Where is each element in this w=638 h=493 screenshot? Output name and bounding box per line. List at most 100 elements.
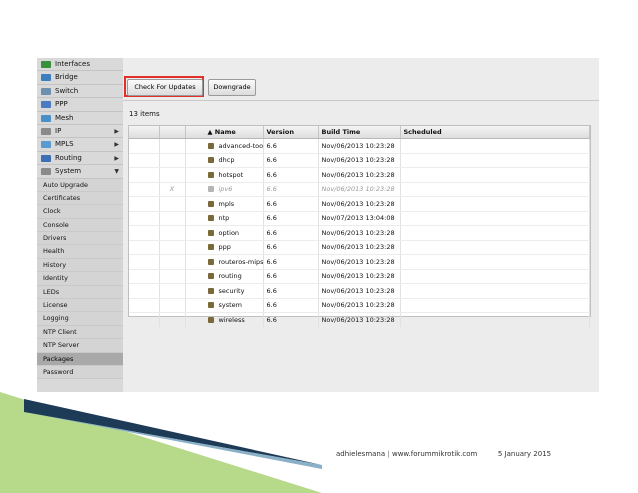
system-menu-certificates[interactable]: Certificates [37,191,123,206]
downgrade-button[interactable]: Downgrade [208,79,256,96]
row-flag-cell [159,240,186,255]
table-row[interactable]: wireless 6.6 Nov/06/2013 10:23:28 [129,312,590,328]
system-menu-console[interactable]: Console [37,218,123,233]
table-row[interactable]: routing 6.6 Nov/06/2013 10:23:28 [129,269,590,284]
row-flag-cell [159,254,186,270]
sidebar-item-label: PPP [55,100,68,109]
system-menu-password[interactable]: Password [37,365,123,380]
system-menu-clock[interactable]: Clock [37,205,123,219]
package-name: dhcp [218,156,235,165]
sidebar-item-switch[interactable]: Switch [37,85,123,99]
table-row[interactable]: option 6.6 Nov/06/2013 10:23:28 [129,225,590,241]
system-menu-ntp-server[interactable]: NTP Server [37,339,123,353]
row-spacer-cell [129,153,160,168]
row-version-cell: 6.6 [263,254,319,270]
decorative-triangles [0,392,322,493]
check-for-updates-button[interactable]: Check For Updates [127,79,203,96]
row-flag-cell [159,269,186,284]
system-menu-license[interactable]: License [37,299,123,313]
sidebar-item-routing[interactable]: Routing ▶ [37,152,123,166]
ip-icon [41,127,51,135]
system-menu-leds[interactable]: LEDs [37,285,123,300]
row-version-cell: 6.6 [263,269,319,284]
table-row[interactable]: system 6.6 Nov/06/2013 10:23:28 [129,298,590,313]
row-build-time-cell: Nov/06/2013 10:23:28 [318,254,401,270]
sidebar-item-label: MPLS [55,140,74,149]
table-row[interactable]: Xipv6 6.6 Nov/06/2013 10:23:28 [129,182,590,197]
row-name-cell: ppp [185,240,264,255]
table-row[interactable]: security 6.6 Nov/06/2013 10:23:28 [129,283,590,299]
table-row[interactable]: dhcp 6.6 Nov/06/2013 10:23:28 [129,153,590,168]
row-build-time-cell: Nov/06/2013 10:23:28 [318,182,401,197]
system-menu-identity[interactable]: Identity [37,272,123,286]
row-spacer-cell [129,269,160,284]
system-menu-health[interactable]: Health [37,245,123,259]
row-build-time-cell: Nov/06/2013 10:23:28 [318,167,401,183]
row-scheduled-cell [400,269,590,284]
table-row[interactable]: mpls 6.6 Nov/06/2013 10:23:28 [129,196,590,212]
table-row[interactable]: hotspot 6.6 Nov/06/2013 10:23:28 [129,167,590,183]
package-icon [207,302,214,309]
bridge-icon [41,74,51,82]
package-icon [207,273,214,280]
sidebar-item-ppp[interactable]: PPP [37,98,123,112]
sidebar-item-mesh[interactable]: Mesh [37,112,123,125]
row-name-cell: mpls [185,196,264,212]
mesh-icon [41,114,51,122]
row-flag-cell [159,138,186,154]
package-name: option [218,228,240,237]
row-spacer-cell [129,283,160,299]
column-header[interactable]: Scheduled [400,126,590,139]
system-menu-auto-upgrade[interactable]: Auto Upgrade [37,178,123,192]
sidebar-item-interfaces[interactable]: Interfaces [37,58,123,72]
system-menu-ntp-client[interactable]: NTP Client [37,325,123,340]
row-spacer-cell [129,225,160,241]
row-build-time-cell: Nov/06/2013 10:23:28 [318,269,401,284]
column-header[interactable]: Version [263,126,319,139]
row-build-time-cell: Nov/06/2013 10:23:28 [318,240,401,255]
table-row[interactable]: ppp 6.6 Nov/06/2013 10:23:28 [129,240,590,255]
row-spacer-cell [129,254,160,270]
row-build-time-cell: Nov/06/2013 10:23:28 [318,283,401,299]
row-build-time-cell: Nov/06/2013 10:23:28 [318,138,401,154]
system-icon [41,168,51,176]
sidebar-item-mpls[interactable]: MPLS ▶ [37,138,123,152]
package-name: mpls [218,199,235,208]
row-scheduled-cell [400,283,590,299]
column-header[interactable] [129,126,160,139]
row-spacer-cell [129,312,160,328]
package-icon [207,316,214,323]
row-name-cell: ipv6 [185,182,264,197]
row-version-cell: 6.6 [263,182,319,197]
row-scheduled-cell [400,196,590,212]
sidebar-item-bridge[interactable]: Bridge [37,71,123,85]
row-scheduled-cell [400,254,590,270]
row-flag-cell [159,211,186,226]
column-header[interactable]: ▲ Name [185,126,264,139]
package-name: wireless [218,315,245,324]
row-build-time-cell: Nov/06/2013 10:23:28 [318,312,401,328]
system-menu-drivers[interactable]: Drivers [37,232,123,246]
row-name-cell: wireless [185,312,264,328]
sidebar-item-system[interactable]: System ▼ [37,165,123,179]
package-icon [207,157,214,164]
system-menu-history[interactable]: History [37,258,123,273]
system-menu-packages[interactable]: Packages [37,352,123,366]
row-version-cell: 6.6 [263,240,319,255]
column-header[interactable]: Build Time [318,126,401,139]
system-menu-logging[interactable]: Logging [37,312,123,326]
row-version-cell: 6.6 [263,283,319,299]
column-header[interactable] [159,126,186,139]
slide-footer: adhielesmana | www.forummikrotik.com 5 J… [336,450,551,458]
package-name: ntp [218,214,230,223]
table-row[interactable]: routeros-mipsbe6.6Nov/06/2013 10:23:28 [129,254,590,270]
table-row[interactable]: advanced-tools6.6Nov/06/2013 10:23:28 [129,138,590,154]
row-name-cell: system [185,298,264,313]
table-row[interactable]: ntp 6.6 Nov/07/2013 13:04:08 [129,211,590,226]
row-flag-cell: X [159,182,186,197]
row-flag-cell [159,312,186,328]
sidebar-item-ip[interactable]: IP ▶ [37,125,123,139]
package-icon [207,287,214,294]
packages-table: ▲ Name Version Build Time Scheduled advance… [128,125,591,328]
table-header: ▲ Name Version Build Time Scheduled [129,126,590,139]
